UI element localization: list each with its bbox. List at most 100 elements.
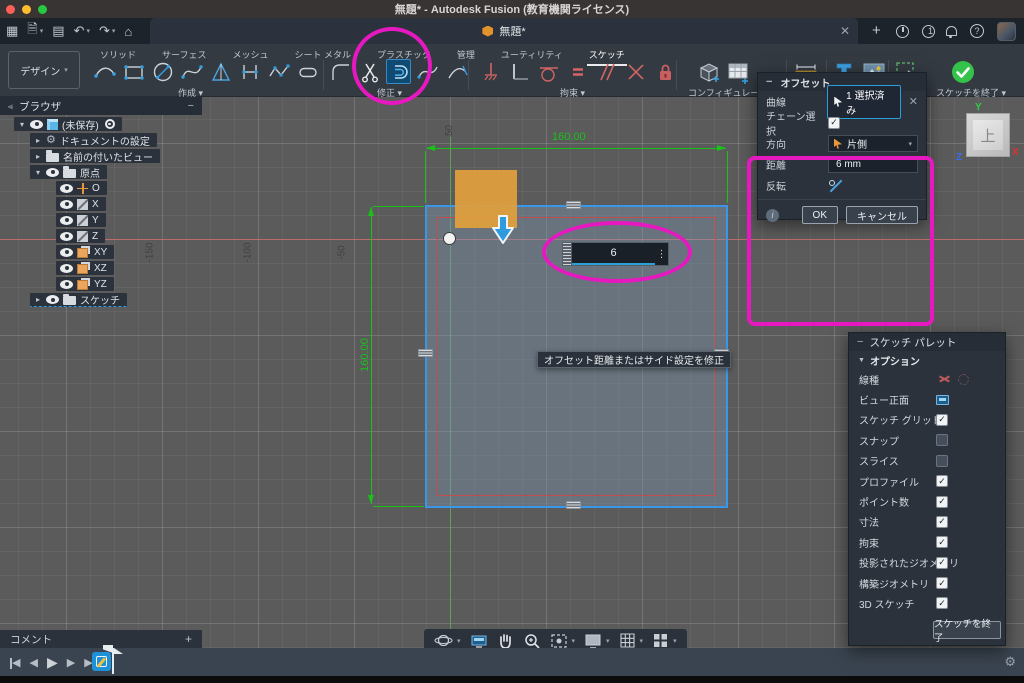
minimize-window-button[interactable] [22, 5, 31, 14]
finish-sketch-button[interactable]: スケッチを終了 [933, 621, 1001, 639]
checkbox[interactable]: ✓ [936, 577, 948, 589]
browser-item-YZ[interactable]: YZ [56, 277, 114, 291]
visibility-eye-icon[interactable] [60, 280, 73, 289]
checkbox[interactable] [936, 455, 948, 467]
step-forward-button[interactable]: ▶ [67, 656, 75, 669]
info-icon[interactable]: i [766, 209, 779, 222]
parallel-constraint-icon[interactable] [594, 59, 619, 84]
visibility-eye-icon[interactable] [46, 295, 59, 304]
traffic-lights[interactable] [6, 5, 47, 14]
display-settings-icon[interactable] [584, 633, 602, 649]
browser-item-名前の付いたビュー[interactable]: ▸名前の付いたビュー [30, 149, 160, 163]
play-button[interactable]: ▶ [47, 654, 58, 671]
ok-button[interactable]: OK [802, 206, 838, 224]
fit-icon[interactable] [550, 633, 568, 649]
edge-midpoint-grip[interactable] [566, 201, 581, 209]
expander-icon[interactable]: ▸ [34, 152, 42, 161]
fillet-tool-icon[interactable] [328, 59, 353, 84]
collapse-panel-icon[interactable]: ⪡ [8, 101, 13, 112]
viewports-icon[interactable] [652, 632, 669, 649]
dialog-collapse-icon[interactable]: − [766, 76, 772, 88]
pan-icon[interactable] [497, 632, 514, 650]
help-icon[interactable]: ? [970, 24, 984, 38]
notifications-icon[interactable] [946, 26, 957, 36]
browser-item-X[interactable]: X [56, 197, 106, 211]
line-tool-icon[interactable] [92, 59, 117, 84]
fit-point-spline-tool-icon[interactable] [266, 59, 291, 84]
options-section-header[interactable]: ▼ オプション [849, 351, 1005, 369]
expander-icon[interactable]: ▾ [34, 168, 42, 177]
step-back-button[interactable]: ◀ [29, 656, 37, 669]
lock-constraint-icon[interactable] [652, 59, 677, 84]
edge-midpoint-grip[interactable] [418, 349, 433, 357]
configuration-table-icon[interactable] [725, 59, 750, 84]
checkbox[interactable]: ✓ [936, 414, 948, 426]
tangent-constraint-icon[interactable] [536, 59, 561, 84]
undo-icon[interactable]: ↶▾ [74, 23, 90, 39]
visibility-eye-icon[interactable] [30, 120, 43, 129]
expander-icon[interactable]: ▾ [18, 120, 26, 129]
cancel-button[interactable]: キャンセル [846, 206, 918, 224]
browser-item-XZ[interactable]: XZ [56, 261, 114, 275]
rectangle-tool-icon[interactable] [121, 59, 146, 84]
maximize-window-button[interactable] [38, 5, 47, 14]
configure-cube-icon[interactable] [696, 59, 721, 84]
zoom-icon[interactable] [523, 632, 541, 650]
dimension-value-horizontal[interactable]: 160.00 [552, 131, 586, 143]
close-window-button[interactable] [6, 5, 15, 14]
trim-tool-icon[interactable] [357, 59, 382, 84]
visibility-eye-icon[interactable] [60, 216, 73, 225]
grid-settings-icon[interactable] [619, 632, 636, 649]
edge-midpoint-grip[interactable] [566, 501, 581, 509]
chain-select-checkbox[interactable]: ✓ [828, 117, 840, 129]
symmetry-constraint-icon[interactable] [623, 59, 648, 84]
visibility-eye-icon[interactable] [60, 264, 73, 273]
slot-tool-icon[interactable] [237, 59, 262, 84]
browser-item-ドキュメントの設定[interactable]: ▸⚙ドキュメントの設定 [30, 133, 157, 147]
checkbox[interactable]: ✓ [936, 475, 948, 487]
distance-input[interactable]: 6 mm [828, 156, 918, 173]
new-tab-button[interactable]: + [872, 22, 881, 39]
visibility-eye-icon[interactable] [60, 184, 73, 193]
timeline-position-marker[interactable] [112, 648, 114, 674]
look-at-icon[interactable] [470, 633, 488, 649]
view-cube-face-label[interactable]: 上 [980, 125, 995, 146]
browser-item-O[interactable]: O [56, 181, 107, 195]
browser-item-Y[interactable]: Y [56, 213, 106, 227]
expander-icon[interactable]: ▸ [34, 136, 42, 145]
ellipse-slot-tool-icon[interactable] [295, 59, 320, 84]
palette-collapse-icon[interactable]: − [857, 336, 863, 348]
extend-tool-icon[interactable] [444, 59, 469, 84]
checkbox[interactable]: ✓ [936, 496, 948, 508]
minimize-panel-icon[interactable]: − [188, 100, 194, 112]
app-grid-icon[interactable]: ▦ [6, 23, 18, 39]
checkbox[interactable]: ✓ [936, 597, 948, 609]
comment-bar[interactable]: コメント + [0, 630, 202, 648]
look-at-icon[interactable] [936, 395, 949, 405]
browser-item-Z[interactable]: Z [56, 229, 105, 243]
user-avatar[interactable] [997, 22, 1016, 41]
checkbox[interactable]: ✓ [936, 516, 948, 528]
timeline-sketch-feature[interactable] [92, 652, 111, 671]
timeline-settings-gear-icon[interactable]: ⚙ [1004, 654, 1016, 670]
visibility-eye-icon[interactable] [46, 168, 59, 177]
browser-item-スケッチ[interactable]: ▸スケッチ [30, 293, 127, 307]
origin-point[interactable] [443, 232, 456, 245]
expander-icon[interactable]: ▸ [34, 295, 42, 304]
document-tab[interactable]: 無題* ✕ [150, 18, 858, 44]
clear-selection-icon[interactable]: ✕ [909, 95, 918, 108]
section-expander-icon[interactable]: ▼ [858, 357, 865, 364]
offset-direction-arrow[interactable] [490, 214, 516, 246]
spline-tool-icon[interactable] [179, 59, 204, 84]
flip-direction-icon[interactable] [828, 179, 841, 192]
checkbox[interactable]: ✓ [936, 557, 948, 569]
perpendicular-constraint-icon[interactable] [507, 59, 532, 84]
circle-tool-icon[interactable] [150, 59, 175, 84]
checkbox[interactable] [936, 434, 948, 446]
home-icon[interactable]: ⌂ [124, 24, 132, 39]
browser-item-XY[interactable]: XY [56, 245, 114, 259]
browser-item-(未保存)[interactable]: ▾(未保存) [14, 117, 122, 131]
input-drag-grip[interactable] [563, 243, 572, 265]
go-to-start-button[interactable]: ◀ [10, 656, 20, 669]
workspace-selector-button[interactable]: デザイン▾ [8, 51, 80, 89]
